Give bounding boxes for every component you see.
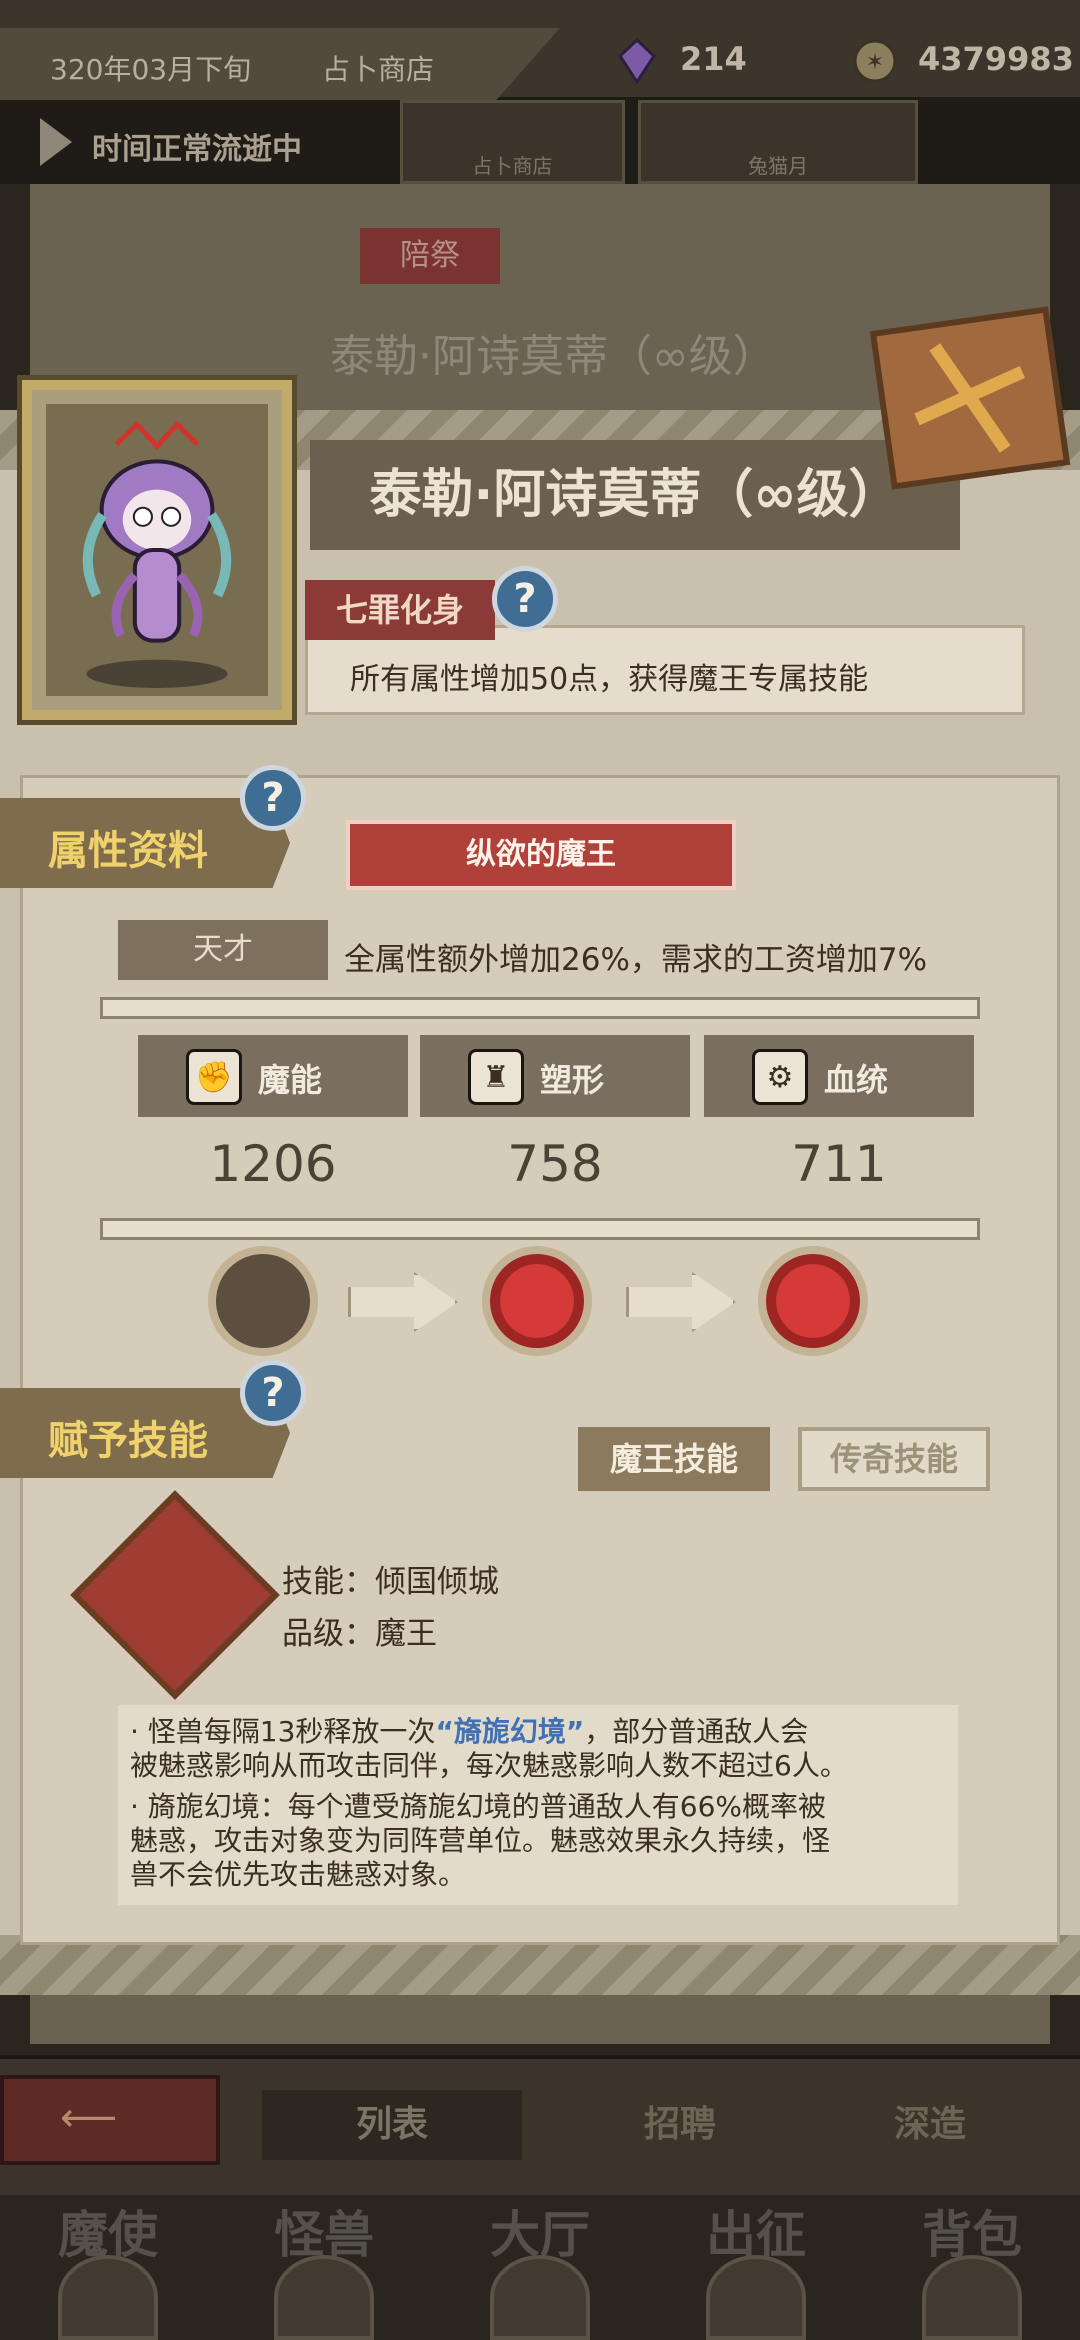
shop-button-rabbit[interactable]: 兔猫月	[638, 100, 918, 184]
evolution-stage-hooded-icon[interactable]	[208, 1246, 318, 1356]
shop-label: 占卜商店	[472, 154, 553, 178]
shop-button-divination[interactable]: 占卜商店	[400, 100, 625, 184]
sin-description: 所有属性增加50点，获得魔王专属技能	[350, 662, 869, 697]
trait-description: 全属性额外增加26%，需求的工资增加7%	[344, 942, 928, 978]
trait-label: 天才	[118, 920, 328, 980]
skill-desc-line-1: · 怪兽每隔13秒释放一次“旖旎幻境”，部分普通敌人会	[130, 1715, 809, 1748]
evolution-stage-demon-final-icon[interactable]	[758, 1246, 868, 1356]
character-name: 泰勒·阿诗莫蒂（∞级）	[369, 465, 901, 525]
portrait-background	[46, 404, 268, 696]
background-title: 泰勒·阿诗莫蒂（∞级）	[330, 331, 777, 382]
tab-recruit[interactable]: 招聘	[550, 2090, 810, 2160]
magic-claw-icon: ✊	[186, 1049, 242, 1105]
skills-section-label: 赋予技能	[48, 1418, 208, 1464]
tab-legendary-skill[interactable]: 传奇技能	[798, 1427, 990, 1491]
skills-help-icon[interactable]: ?	[240, 1360, 306, 1426]
gold-count: 4379983	[918, 40, 1074, 78]
top-status-bar: 320年03月下旬 占卜商店 214 ✶ 4379983	[0, 0, 1080, 104]
stat-bloodline: ⚙ 血统 711	[704, 1035, 974, 1205]
stat-label: 血统	[824, 1061, 889, 1099]
tab-demon-king-skill[interactable]: 魔王技能	[578, 1427, 770, 1491]
skill-desc-line-3: · 旖旎幻境：每个遭受旖旎幻境的普通敌人有66%概率被	[130, 1790, 827, 1823]
muscle-body-icon: ♜	[468, 1049, 524, 1105]
skill-desc-line-4: 魅惑，攻击对象变为同阵营单位。魅惑效果永久持续，怪	[130, 1824, 831, 1857]
skill-desc-line-2: 被魅惑影响从而攻击同伴，每次魅惑影响人数不超过6人。	[130, 1749, 848, 1782]
attributes-help-icon[interactable]: ?	[240, 765, 306, 831]
back-button[interactable]: ⟵	[0, 2075, 220, 2165]
title-ribbon: 纵欲的魔王	[346, 820, 736, 890]
backpack-icon	[922, 2255, 1022, 2340]
stat-label: 塑形	[540, 1061, 605, 1099]
hall-icon	[490, 2255, 590, 2340]
character-portrait-frame	[22, 380, 292, 720]
sin-tag: 七罪化身	[305, 580, 495, 640]
stat-rail-top	[100, 997, 980, 1019]
stat-value: 758	[507, 1135, 603, 1193]
crystal-icon	[618, 38, 656, 84]
time-status-bar: 时间正常流逝中 占卜商店 兔猫月	[0, 100, 1080, 184]
stat-label: 魔能	[258, 1061, 323, 1099]
stat-rail-bottom	[100, 1218, 980, 1240]
shop-label: 兔猫月	[748, 154, 808, 178]
stat-shaping: ♜ 塑形 758	[420, 1035, 690, 1205]
close-button[interactable]	[869, 306, 1071, 490]
svg-text:✶: ✶	[866, 50, 884, 75]
game-date: 320年03月下旬	[50, 53, 252, 86]
skull-icon	[58, 2255, 158, 2340]
attributes-section-label: 属性资料	[48, 828, 208, 874]
bottom-nav-expedition[interactable]: 出征	[648, 2195, 864, 2340]
current-location: 占卜商店	[322, 53, 435, 86]
character-portrait	[82, 420, 232, 688]
stat-header: ✊ 魔能	[138, 1035, 408, 1117]
gear-blood-icon: ⚙	[752, 1049, 808, 1105]
skill-grade: 品级：魔王	[282, 1616, 437, 1652]
stat-header: ⚙ 血统	[704, 1035, 974, 1117]
bottom-nav-monster[interactable]: 怪兽	[216, 2195, 432, 2340]
date-location-plate: 320年03月下旬 占卜商店	[0, 28, 560, 104]
tab-list[interactable]: 列表	[262, 2090, 522, 2160]
character-name-banner: 泰勒·阿诗莫蒂（∞级）	[310, 440, 960, 550]
back-arrow-icon: ⟵	[60, 2095, 118, 2141]
tab-training[interactable]: 深造	[800, 2090, 1060, 2160]
time-status-text: 时间正常流逝中	[92, 132, 302, 167]
background-tag: 陪祭	[360, 228, 500, 284]
title-ribbon-text: 纵欲的魔王	[466, 837, 616, 872]
stat-magic: ✊ 魔能 1206	[138, 1035, 408, 1205]
close-icon	[914, 343, 1026, 453]
play-icon[interactable]	[40, 118, 72, 166]
skill-name: 技能：倾国倾城	[282, 1564, 499, 1600]
sin-help-icon[interactable]: ?	[492, 566, 558, 632]
skill-desc-line-5: 兽不会优先攻击魅惑对象。	[130, 1858, 467, 1891]
bottom-nav-envoy[interactable]: 魔使	[0, 2195, 216, 2340]
evolution-stage-demon-icon[interactable]	[482, 1246, 592, 1356]
skill-description-box: · 怪兽每隔13秒释放一次“旖旎幻境”，部分普通敌人会 被魅惑影响从而攻击同伴，…	[118, 1705, 958, 1905]
bottom-nav-backpack[interactable]: 背包	[864, 2195, 1080, 2340]
stat-value: 1206	[209, 1135, 337, 1193]
stat-header: ♜ 塑形	[420, 1035, 690, 1117]
gold-coin-icon: ✶	[853, 39, 897, 83]
bottom-nav-hall[interactable]: 大厅	[432, 2195, 648, 2340]
stat-value: 711	[791, 1135, 887, 1193]
monster-icon	[274, 2255, 374, 2340]
crystal-count: 214	[680, 40, 747, 78]
expedition-icon	[706, 2255, 806, 2340]
skill-keyword-link[interactable]: “旖旎幻境”	[435, 1715, 584, 1748]
